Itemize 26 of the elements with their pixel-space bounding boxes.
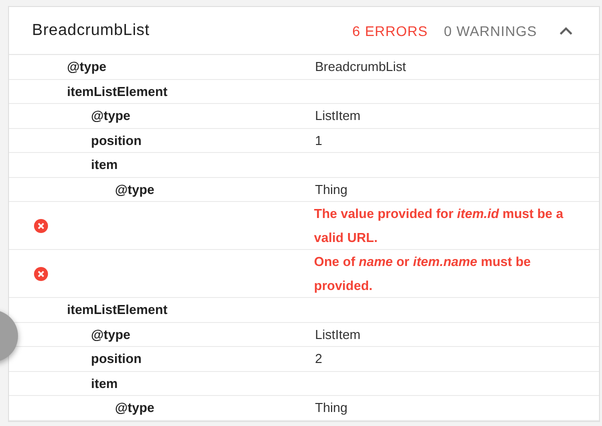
error-count: 6 ERRORS bbox=[352, 22, 428, 38]
property-value: 1 bbox=[315, 132, 322, 148]
error-icon bbox=[34, 266, 48, 280]
property-value: BreadcrumbList bbox=[315, 59, 406, 74]
warning-count: 0 WARNINGS bbox=[444, 22, 537, 38]
property-name: itemListElement bbox=[67, 84, 168, 99]
property-name: @type bbox=[91, 108, 132, 124]
panel-title: BreadcrumbList bbox=[32, 22, 151, 40]
property-name: @type bbox=[115, 400, 156, 416]
error-message: The value provided for item.id must be a valid URL. bbox=[314, 204, 564, 246]
property-value: ListItem bbox=[315, 108, 361, 124]
property-value: ListItem bbox=[315, 326, 361, 342]
error-message: One of name or item.name must be provided. bbox=[314, 252, 532, 295]
property-value: 2 bbox=[315, 351, 322, 366]
property-name: @type bbox=[67, 59, 108, 74]
property-name: item bbox=[91, 376, 119, 391]
property-name: @type bbox=[115, 182, 156, 197]
collapse-icon[interactable] bbox=[559, 26, 573, 35]
property-name: itemListElement bbox=[67, 302, 168, 318]
property-value: Thing bbox=[315, 400, 348, 416]
property-value: Thing bbox=[315, 182, 348, 197]
property-name: @type bbox=[91, 326, 132, 342]
error-icon bbox=[34, 218, 48, 232]
property-name: position bbox=[91, 132, 143, 148]
property-name: position bbox=[91, 351, 143, 366]
property-name: item bbox=[91, 157, 119, 172]
